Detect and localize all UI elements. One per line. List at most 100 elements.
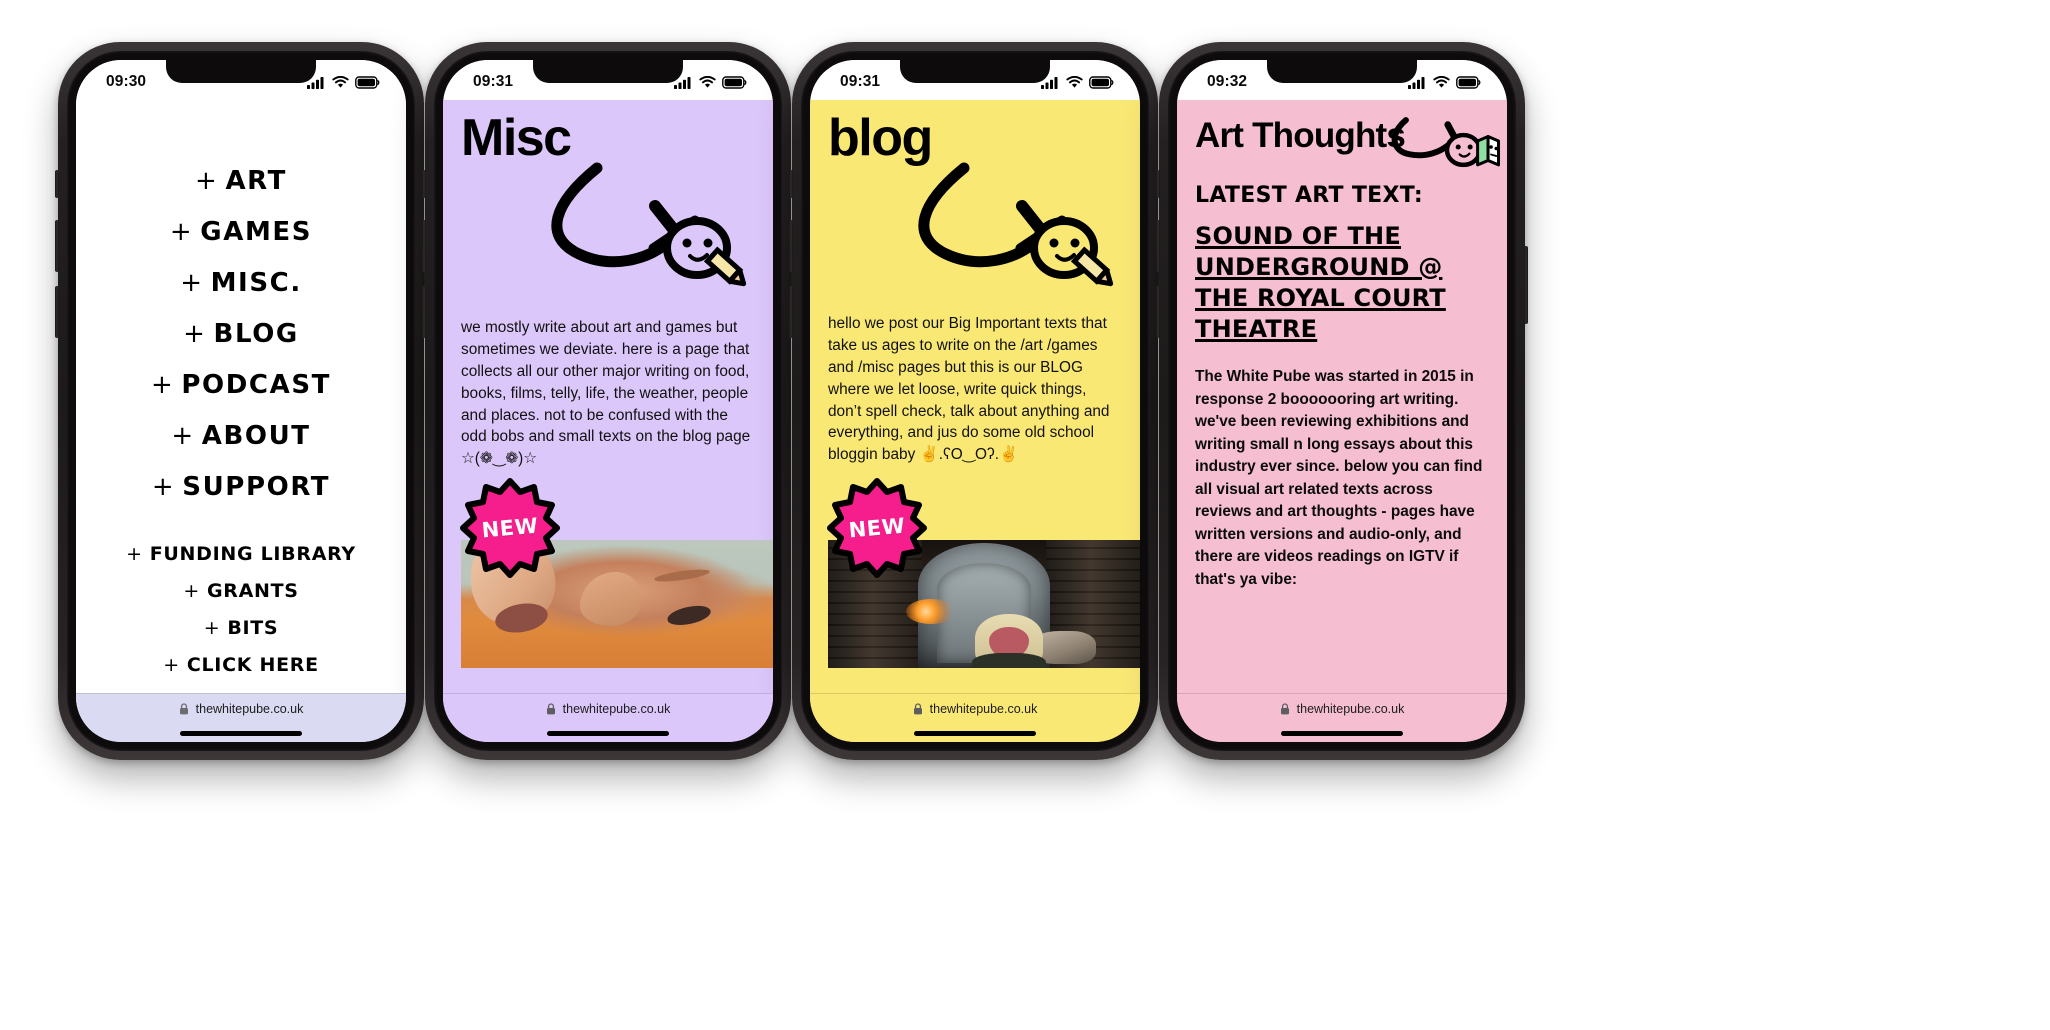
plus-icon: + <box>171 421 195 451</box>
battery-icon <box>1456 75 1481 89</box>
menu-item-support[interactable]: + SUPPORT <box>76 474 406 500</box>
menu-item-funding-library[interactable]: + FUNDING LIBRARY <box>76 545 406 564</box>
menu-item-about[interactable]: + ABOUT <box>76 423 406 449</box>
menu-item-label: ABOUT <box>201 421 311 451</box>
menu-item-games[interactable]: + GAMES <box>76 219 406 245</box>
new-badge-blog[interactable]: NEW <box>827 478 927 578</box>
new-badge-label: NEW <box>847 513 907 543</box>
menu-item-grants[interactable]: + GRANTS <box>76 582 406 601</box>
browser-url-bar[interactable]: thewhitepube.co.uk <box>810 693 1140 724</box>
phone-screen-art-thoughts: 09:32 Art Thoughts LATEST ART TEXT: SOUN… <box>1177 60 1507 742</box>
browser-url-bar[interactable]: thewhitepube.co.uk <box>76 693 406 724</box>
mute-switch[interactable] <box>1156 170 1160 198</box>
status-icons <box>1408 75 1481 89</box>
page-art-thoughts: Art Thoughts LATEST ART TEXT: SOUND OF T… <box>1177 100 1507 693</box>
new-badge-misc[interactable]: NEW <box>460 478 560 578</box>
plus-icon: + <box>183 319 207 349</box>
home-indicator-area <box>1177 724 1507 742</box>
volume-down-button[interactable] <box>422 286 426 338</box>
menu-item-podcast[interactable]: + PODCAST <box>76 372 406 398</box>
lock-icon <box>913 703 922 715</box>
wifi-icon <box>332 75 349 88</box>
latest-art-text-link[interactable]: SOUND OF THE UNDERGROUND @ THE ROYAL COU… <box>1195 221 1489 344</box>
page-body-text: The White Pube was started in 2015 in re… <box>1195 368 1483 588</box>
volume-up-button[interactable] <box>789 220 793 272</box>
new-badge-label: NEW <box>480 513 540 543</box>
menu-item-art[interactable]: + ART <box>76 168 406 194</box>
page-menu: + ART + GAMES + MISC. + BLOG + PODCAST +… <box>76 100 406 693</box>
status-clock: 09:30 <box>106 73 147 90</box>
status-clock: 09:32 <box>1207 73 1248 90</box>
menu-item-label: CLICK HERE <box>186 654 319 676</box>
page-title: Misc <box>461 109 572 167</box>
mute-switch[interactable] <box>55 170 59 198</box>
volume-up-button[interactable] <box>1156 220 1160 272</box>
battery-icon <box>355 75 380 89</box>
worm-with-pencil-icon <box>551 162 747 287</box>
phone-screen-misc: 09:31 Misc we mostly write about art and… <box>443 60 773 742</box>
browser-url-bar[interactable]: thewhitepube.co.uk <box>443 693 773 724</box>
image-detail-eye <box>665 602 712 628</box>
power-button[interactable] <box>1524 246 1528 324</box>
phone-screen-blog: 09:31 blog hello we post our Big Importa… <box>810 60 1140 742</box>
status-icons <box>1041 75 1114 89</box>
menu-item-label: PODCAST <box>181 370 331 400</box>
volume-down-button[interactable] <box>1156 286 1160 338</box>
home-indicator[interactable] <box>1281 730 1403 736</box>
status-icons <box>307 75 380 89</box>
page-title: blog <box>828 109 933 167</box>
mute-switch[interactable] <box>789 170 793 198</box>
lock-icon <box>1280 703 1289 715</box>
menu-item-label: SUPPORT <box>182 472 331 502</box>
notch <box>533 60 683 83</box>
nav-menu: + ART + GAMES + MISC. + BLOG + PODCAST +… <box>76 100 406 693</box>
lock-icon <box>179 703 188 715</box>
worm-with-pencil-icon <box>918 162 1114 287</box>
volume-up-button[interactable] <box>55 220 59 272</box>
page-body-text: we mostly write about art and games but … <box>461 319 751 468</box>
plus-icon: + <box>151 370 175 400</box>
plus-icon: + <box>195 166 219 196</box>
phone-device-blog: 09:31 blog hello we post our Big Importa… <box>789 42 1161 760</box>
lock-icon <box>546 703 555 715</box>
menu-item-label: FUNDING LIBRARY <box>149 543 356 565</box>
volume-down-button[interactable] <box>789 286 793 338</box>
menu-divider-space <box>76 525 406 545</box>
phone-device-misc: 09:31 Misc we mostly write about art and… <box>422 42 794 760</box>
plus-icon: + <box>163 654 180 676</box>
menu-item-misc[interactable]: + MISC. <box>76 270 406 296</box>
latest-art-text-label: LATEST ART TEXT: <box>1195 183 1423 209</box>
notch <box>166 60 316 83</box>
url-text: thewhitepube.co.uk <box>195 702 304 716</box>
browser-url-bar[interactable]: thewhitepube.co.uk <box>1177 693 1507 724</box>
menu-item-label: BITS <box>227 617 279 639</box>
screenshot-stage: 09:30 + ART + GAMES + MISC. + BLOG + POD… <box>0 0 2050 1030</box>
volume-up-button[interactable] <box>422 220 426 272</box>
art-thoughts-content: Art Thoughts LATEST ART TEXT: SOUND OF T… <box>1177 100 1507 693</box>
home-indicator-area <box>443 724 773 742</box>
plus-icon: + <box>126 543 143 565</box>
menu-item-bits[interactable]: + BITS <box>76 619 406 638</box>
home-indicator[interactable] <box>180 730 302 736</box>
misc-content: Misc we mostly write about art and games… <box>443 100 773 693</box>
mute-switch[interactable] <box>422 170 426 198</box>
battery-icon <box>722 75 747 89</box>
menu-item-click-here[interactable]: + CLICK HERE <box>76 656 406 675</box>
battery-icon <box>1089 75 1114 89</box>
home-indicator[interactable] <box>914 730 1036 736</box>
page-blog: blog hello we post our Big Important tex… <box>810 100 1140 693</box>
url-text: thewhitepube.co.uk <box>562 702 671 716</box>
page-title: Art Thoughts <box>1195 116 1406 155</box>
status-clock: 09:31 <box>840 73 881 90</box>
image-detail-character-body <box>971 652 1047 668</box>
wifi-icon <box>1433 75 1450 88</box>
plus-icon: + <box>180 268 204 298</box>
menu-item-label: BLOG <box>213 319 299 349</box>
plus-icon: + <box>183 580 200 602</box>
home-indicator[interactable] <box>547 730 669 736</box>
notch <box>900 60 1050 83</box>
menu-item-label: GRANTS <box>206 580 299 602</box>
url-text: thewhitepube.co.uk <box>1296 702 1405 716</box>
volume-down-button[interactable] <box>55 286 59 338</box>
menu-item-blog[interactable]: + BLOG <box>76 321 406 347</box>
